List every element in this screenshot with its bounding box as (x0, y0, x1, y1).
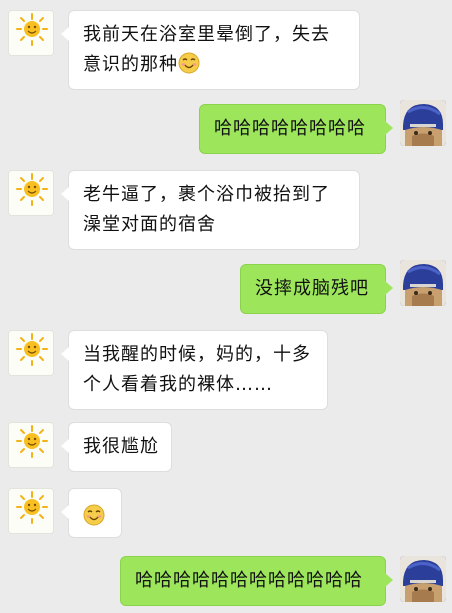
blue-cap-avatar-icon[interactable] (400, 260, 446, 306)
sun-avatar-icon[interactable] (8, 422, 54, 468)
message-text: 老牛逼了，裹个浴巾被抬到了澡堂对面的宿舍 (83, 184, 330, 235)
blue-cap-avatar-icon[interactable] (400, 100, 446, 146)
message-bubble[interactable]: 哈哈哈哈哈哈哈哈 (199, 104, 393, 154)
message-text: 哈哈哈哈哈哈哈哈 (214, 118, 366, 139)
message-text: 当我醒的时候，妈的，十多个人看着我的裸体…… (83, 344, 311, 395)
message-bubble[interactable]: 老牛逼了，裹个浴巾被抬到了澡堂对面的宿舍 (61, 170, 360, 250)
message-bubble[interactable]: 我前天在浴室里晕倒了，失去意识的那种 (61, 10, 360, 90)
smile-emoji-icon (178, 52, 200, 74)
message-text: 没摔成脑残吧 (255, 278, 369, 299)
sun-avatar-icon[interactable] (8, 10, 54, 56)
message-bubble[interactable] (61, 488, 122, 538)
message-text: 我前天在浴室里晕倒了，失去意识的那种 (83, 24, 330, 75)
smile-emoji-icon (83, 504, 105, 526)
message-bubble[interactable]: 哈哈哈哈哈哈哈哈哈哈哈哈 (120, 556, 393, 606)
blue-cap-avatar-icon[interactable] (400, 556, 446, 602)
sun-avatar-icon[interactable] (8, 488, 54, 534)
message-bubble[interactable]: 当我醒的时候，妈的，十多个人看着我的裸体…… (61, 330, 328, 410)
message-text: 哈哈哈哈哈哈哈哈哈哈哈哈 (135, 570, 363, 591)
message-bubble[interactable]: 我很尴尬 (61, 422, 172, 472)
sun-avatar-icon[interactable] (8, 330, 54, 376)
message-bubble[interactable]: 没摔成脑残吧 (240, 264, 393, 314)
sun-avatar-icon[interactable] (8, 170, 54, 216)
message-text: 我很尴尬 (83, 436, 159, 457)
